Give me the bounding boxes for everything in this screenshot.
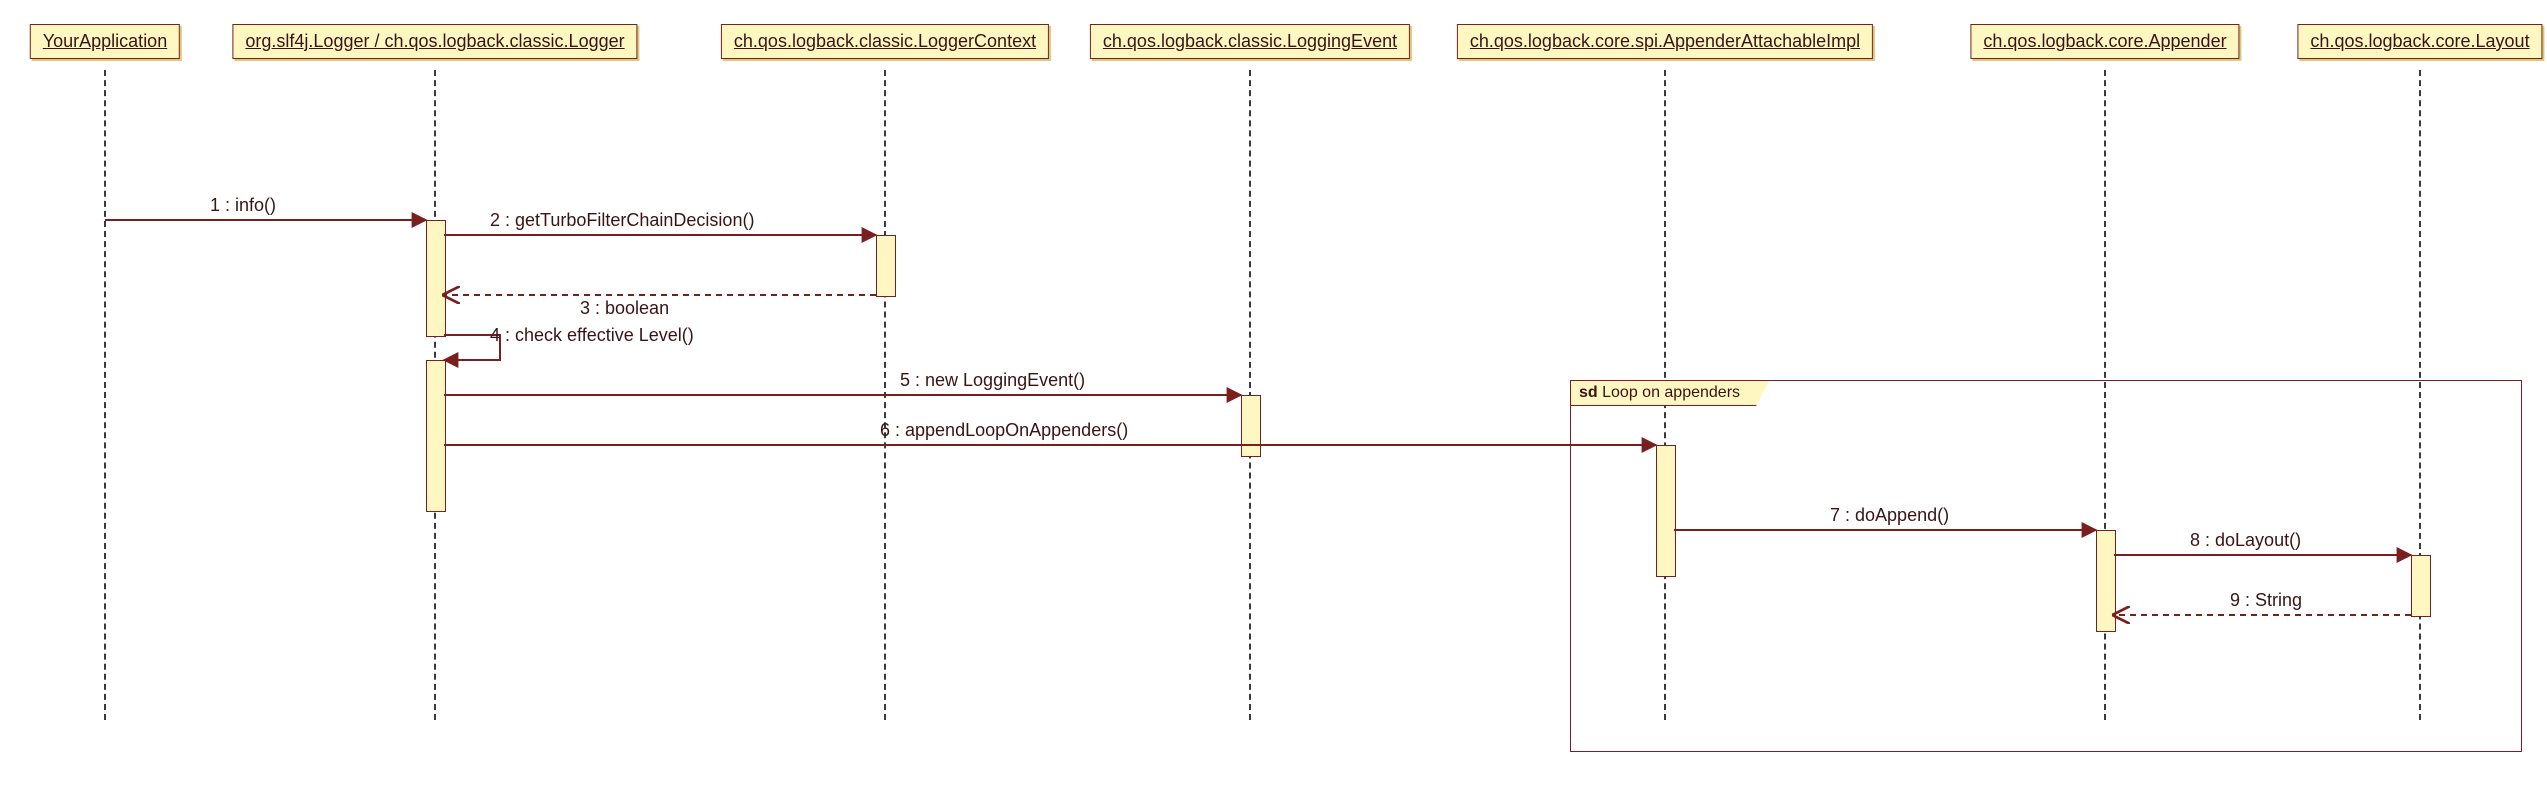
msg-append-loop: 6 : appendLoopOnAppenders() — [880, 420, 1128, 441]
msg-do-append: 7 : doAppend() — [1830, 505, 1949, 526]
sequence-diagram: YourApplication org.slf4j.Logger / ch.qo… — [0, 0, 2547, 795]
msg-get-turbo-filter: 2 : getTurboFilterChainDecision() — [490, 210, 754, 231]
msg-boolean: 3 : boolean — [580, 298, 669, 319]
msg-new-logging-event: 5 : new LoggingEvent() — [900, 370, 1085, 391]
msg-string: 9 : String — [2230, 590, 2302, 611]
msg-check-effective-level: 4 : check effective Level() — [490, 325, 694, 346]
arrows-layer — [0, 0, 2547, 795]
msg-do-layout: 8 : doLayout() — [2190, 530, 2301, 551]
msg-info: 1 : info() — [210, 195, 276, 216]
